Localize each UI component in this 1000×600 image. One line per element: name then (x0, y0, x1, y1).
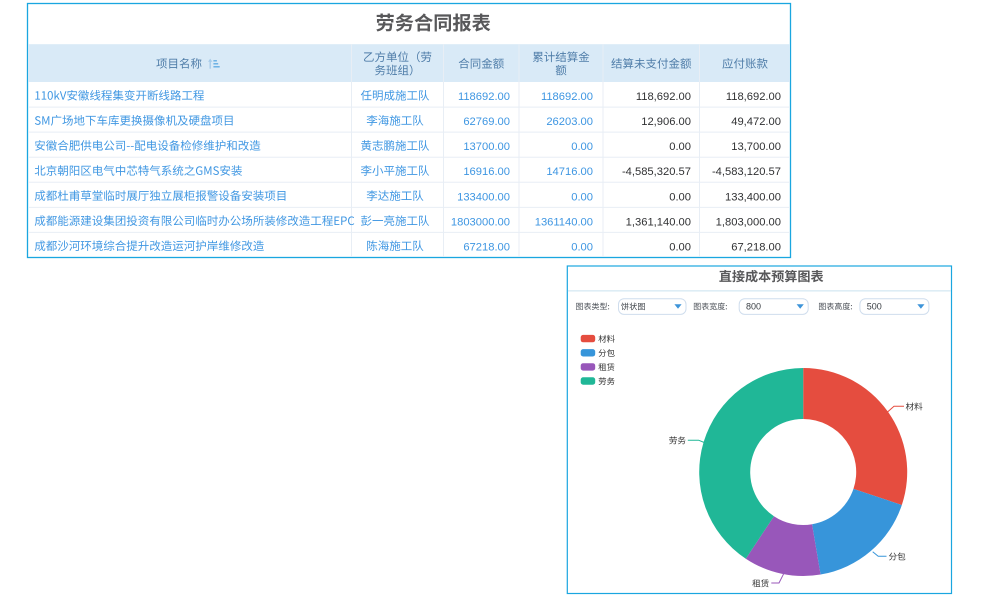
svg-text:1361140.00: 1361140.00 (535, 216, 593, 228)
svg-text:1,361,140.00: 1,361,140.00 (626, 216, 691, 228)
svg-text:0.00: 0.00 (669, 141, 691, 153)
svg-text:1,803,000.00: 1,803,000.00 (716, 216, 781, 228)
svg-text:49,472.00: 49,472.00 (731, 116, 781, 128)
svg-text:0.00: 0.00 (571, 241, 593, 253)
svg-text:14716.00: 14716.00 (546, 166, 593, 178)
svg-text:800: 800 (746, 302, 761, 312)
svg-text:133,400.00: 133,400.00 (725, 191, 781, 203)
svg-text:118692.00: 118692.00 (458, 91, 510, 103)
svg-text:0.00: 0.00 (669, 191, 691, 203)
svg-text:0.00: 0.00 (571, 141, 593, 153)
svg-text:133400.00: 133400.00 (457, 191, 510, 203)
svg-text:62769.00: 62769.00 (463, 116, 510, 128)
svg-text:1803000.00: 1803000.00 (451, 216, 510, 228)
svg-text:26203.00: 26203.00 (546, 116, 593, 128)
svg-text:-4,583,120.57: -4,583,120.57 (712, 166, 781, 178)
svg-text:-4,585,320.57: -4,585,320.57 (622, 166, 691, 178)
svg-text:67,218.00: 67,218.00 (731, 241, 781, 253)
svg-text:13,700.00: 13,700.00 (731, 141, 781, 153)
svg-text:500: 500 (867, 302, 882, 312)
svg-text:67218.00: 67218.00 (463, 241, 510, 253)
svg-text:13700.00: 13700.00 (463, 141, 510, 153)
svg-text:12,906.00: 12,906.00 (641, 116, 691, 128)
svg-text:0.00: 0.00 (669, 241, 691, 253)
svg-text:0.00: 0.00 (571, 191, 593, 203)
svg-text:118,692.00: 118,692.00 (726, 91, 781, 103)
svg-text:118,692.00: 118,692.00 (636, 91, 691, 103)
svg-text:16916.00: 16916.00 (463, 166, 510, 178)
svg-text:118692.00: 118692.00 (541, 91, 593, 103)
